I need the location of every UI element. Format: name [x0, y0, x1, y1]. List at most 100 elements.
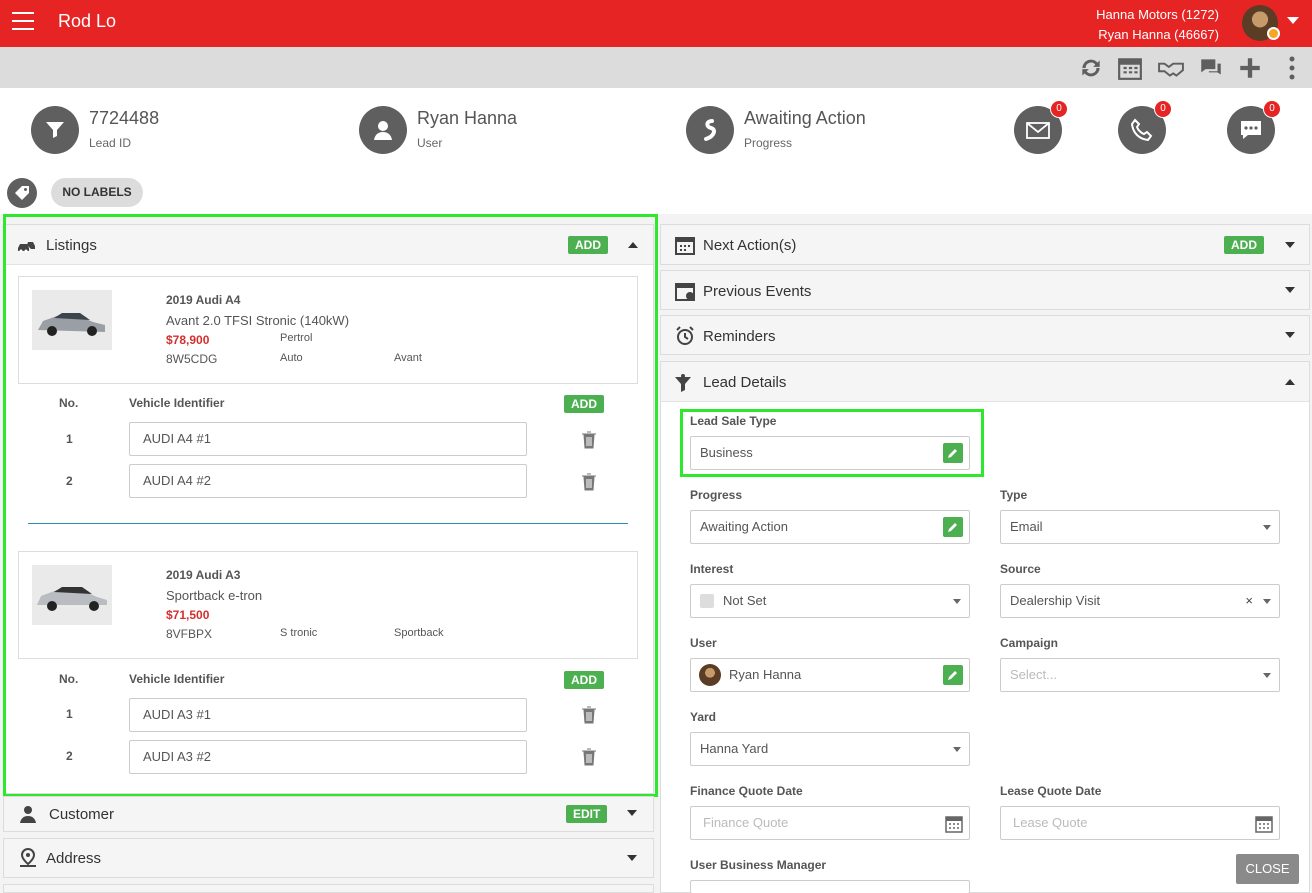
email-button[interactable]: 0	[1014, 100, 1068, 154]
interest-swatch	[700, 594, 714, 608]
message-icon	[1241, 121, 1261, 139]
pencil-icon[interactable]	[943, 517, 963, 537]
collapse-icon[interactable]	[1285, 379, 1295, 385]
lead-details-header[interactable]: Lead Details	[661, 362, 1309, 402]
lease-quote-placeholder: Lease Quote	[1013, 815, 1088, 830]
more-vertical-icon[interactable]	[1279, 55, 1295, 81]
refresh-icon[interactable]	[1078, 55, 1104, 81]
chevron-down-icon	[1263, 599, 1271, 604]
labels-row: NO LABELS	[0, 168, 1312, 214]
summary-progress-label: Progress	[744, 136, 793, 150]
calendar-icon[interactable]	[1255, 815, 1273, 833]
top-bar: Rod Lo Hanna Motors (1272) Ryan Hanna (4…	[0, 0, 1312, 47]
panel-stub	[3, 884, 654, 893]
user-name: Ryan Hanna (46667)	[1098, 27, 1219, 42]
finance-quote-label: Finance Quote Date	[690, 784, 803, 798]
clear-icon[interactable]: ×	[1245, 585, 1253, 617]
address-panel[interactable]: Address	[3, 838, 654, 878]
tag-icon[interactable]	[7, 178, 37, 208]
expand-icon[interactable]	[1285, 332, 1295, 338]
close-button[interactable]: CLOSE	[1236, 854, 1299, 884]
yard-label: Yard	[690, 710, 717, 724]
chevron-down-icon[interactable]	[1287, 17, 1299, 24]
status-dot	[1267, 27, 1280, 40]
chevron-down-icon	[1263, 673, 1271, 678]
calendar-check-icon	[675, 283, 695, 301]
customer-panel[interactable]: Customer EDIT	[3, 796, 654, 832]
business-manager-label: User Business Manager	[690, 858, 827, 872]
reminders-title: Reminders	[703, 328, 776, 345]
lead-id: 7724488	[89, 108, 160, 128]
chevron-down-icon	[953, 599, 961, 604]
lead-details-title: Lead Details	[703, 374, 787, 391]
progress-field[interactable]: Awaiting Action	[690, 510, 970, 544]
customer-title: Customer	[49, 806, 115, 823]
dealer-name: Hanna Motors (1272)	[1096, 7, 1219, 22]
interest-value: Not Set	[723, 593, 767, 608]
interest-select[interactable]: Not Set	[690, 584, 970, 618]
source-value: Dealership Visit	[1010, 593, 1101, 608]
finance-quote-input[interactable]: Finance Quote	[690, 806, 970, 840]
expand-icon[interactable]	[627, 855, 637, 861]
source-select[interactable]: Dealership Visit ×	[1000, 584, 1280, 618]
address-title: Address	[46, 850, 102, 867]
call-button[interactable]: 0	[1118, 100, 1172, 154]
type-select[interactable]: Email	[1000, 510, 1280, 544]
summary-user-label: User	[417, 136, 443, 150]
lease-quote-input[interactable]: Lease Quote	[1000, 806, 1280, 840]
edit-customer-button[interactable]: EDIT	[566, 805, 608, 823]
campaign-label: Campaign	[1000, 636, 1059, 650]
lead-id-label: Lead ID	[89, 136, 132, 150]
account-info[interactable]: Hanna Motors (1272) Ryan Hanna (46667)	[1096, 5, 1219, 45]
reminders-panel[interactable]: Reminders	[660, 315, 1310, 355]
hamburger-menu-icon[interactable]	[12, 12, 34, 30]
campaign-select[interactable]: Select...	[1000, 658, 1280, 692]
envelope-icon	[1026, 122, 1050, 139]
chat-icon[interactable]	[1198, 55, 1224, 81]
sms-count-badge: 0	[1263, 100, 1281, 118]
business-manager-field[interactable]	[690, 880, 970, 893]
next-actions-title: Next Action(s)	[703, 237, 797, 254]
sale-type-value: Business	[700, 445, 753, 460]
pencil-icon[interactable]	[943, 665, 963, 685]
calendar-icon	[675, 237, 695, 255]
expand-icon[interactable]	[1285, 242, 1295, 248]
location-pin-icon	[20, 848, 36, 867]
summary-progress: Awaiting Action	[744, 108, 866, 128]
road-icon	[686, 106, 734, 154]
lease-quote-label: Lease Quote Date	[1000, 784, 1102, 798]
sms-button[interactable]: 0	[1227, 100, 1281, 154]
type-value: Email	[1010, 519, 1043, 534]
user-field[interactable]: Ryan Hanna	[690, 658, 970, 692]
person-icon	[20, 806, 36, 823]
user-label: User	[690, 636, 717, 650]
listings-highlight	[3, 214, 658, 797]
expand-icon[interactable]	[1285, 287, 1295, 293]
progress-value: Awaiting Action	[700, 519, 788, 534]
campaign-placeholder: Select...	[1010, 667, 1057, 682]
chevron-down-icon	[953, 747, 961, 752]
funnel-icon	[31, 106, 79, 154]
pencil-icon[interactable]	[943, 443, 963, 463]
summary-user: Ryan Hanna	[417, 108, 518, 128]
no-labels-chip[interactable]: NO LABELS	[51, 178, 143, 207]
previous-events-panel[interactable]: Previous Events	[660, 270, 1310, 310]
calendar-icon[interactable]	[945, 815, 963, 833]
source-label: Source	[1000, 562, 1041, 576]
add-icon[interactable]	[1237, 55, 1263, 81]
user-icon	[359, 106, 407, 154]
expand-icon[interactable]	[627, 810, 637, 816]
app-title: Rod Lo	[58, 11, 117, 31]
handshake-icon[interactable]	[1158, 55, 1184, 81]
yard-select[interactable]: Hanna Yard	[690, 732, 970, 766]
finance-quote-placeholder: Finance Quote	[703, 815, 789, 830]
sale-type-label: Lead Sale Type	[690, 414, 777, 428]
type-label: Type	[1000, 488, 1028, 502]
calendar-icon[interactable]	[1117, 55, 1143, 81]
next-actions-panel[interactable]: Next Action(s) ADD	[660, 224, 1310, 265]
interest-label: Interest	[690, 562, 734, 576]
avatar	[699, 664, 721, 686]
previous-events-title: Previous Events	[703, 283, 812, 300]
add-next-action-button[interactable]: ADD	[1224, 236, 1264, 254]
sale-type-field[interactable]: Business	[690, 436, 970, 470]
